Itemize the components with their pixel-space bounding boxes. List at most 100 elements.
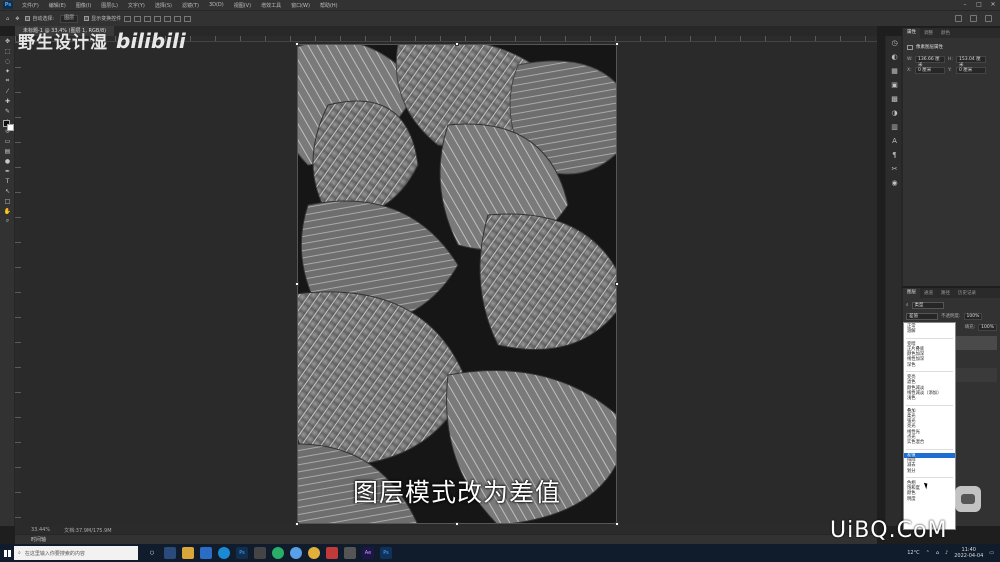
search-icon[interactable] bbox=[955, 15, 962, 22]
paragraph-icon[interactable]: ¶ bbox=[886, 148, 903, 162]
menu-view[interactable]: 视图(V) bbox=[229, 2, 256, 9]
tools-icon[interactable]: ✂ bbox=[886, 162, 903, 176]
auto-select-dropdown[interactable]: 图层 bbox=[60, 14, 79, 23]
height-field[interactable]: 153.04 厘米 bbox=[956, 56, 986, 68]
share-icon[interactable] bbox=[985, 15, 992, 22]
menu-help[interactable]: 帮助(H) bbox=[315, 2, 343, 9]
layer-kind-filter[interactable]: 类型 bbox=[911, 301, 944, 309]
transform-handle[interactable] bbox=[615, 282, 619, 286]
home-icon[interactable]: ⌂ bbox=[6, 16, 9, 22]
align-middle-icon[interactable] bbox=[164, 15, 172, 22]
tab-adjustments[interactable]: 调整 bbox=[920, 30, 937, 36]
move-tool-icon[interactable]: ✥ bbox=[15, 16, 19, 22]
music-icon[interactable] bbox=[344, 547, 356, 559]
libraries-icon[interactable]: ▥ bbox=[886, 120, 903, 134]
eyedropper-icon[interactable]: ⁄ bbox=[0, 86, 15, 96]
minimize-icon[interactable]: – bbox=[958, 0, 972, 10]
taskbar-search[interactable]: ⌕ 在这里输入你要搜索的内容 bbox=[14, 546, 138, 560]
gradient-icon[interactable]: ▣ bbox=[886, 78, 903, 92]
align-top-icon[interactable] bbox=[154, 15, 162, 22]
move-tool-icon[interactable]: ✥ bbox=[0, 36, 15, 46]
menu-3d[interactable]: 3D(D) bbox=[204, 2, 229, 8]
photoshop-taskbar-icon[interactable]: Ps bbox=[236, 547, 248, 559]
windows-start-icon[interactable] bbox=[0, 544, 14, 562]
distribute-icon[interactable] bbox=[184, 15, 192, 22]
shapes-icon[interactable]: ◉ bbox=[886, 176, 903, 190]
clock[interactable]: 11:40 2022-04-04 bbox=[954, 547, 983, 559]
pen-tool-icon[interactable]: ✒ bbox=[0, 166, 15, 176]
document-canvas[interactable]: 图层模式改为差值 bbox=[297, 44, 617, 524]
network-icon[interactable]: ⌂ bbox=[936, 550, 939, 556]
fill-field[interactable]: 100% bbox=[978, 323, 997, 331]
menu-select[interactable]: 选择(S) bbox=[150, 2, 177, 9]
width-field[interactable]: 136.66 厘米 bbox=[915, 56, 945, 68]
dodge-tool-icon[interactable]: ● bbox=[0, 156, 15, 166]
lasso-tool-icon[interactable]: ◌ bbox=[0, 56, 15, 66]
menu-filter[interactable]: 滤镜(T) bbox=[177, 2, 204, 9]
volume-icon[interactable]: ♪ bbox=[945, 550, 948, 556]
tab-paths[interactable]: 路径 bbox=[937, 290, 954, 296]
transform-handle[interactable] bbox=[455, 42, 459, 46]
magic-wand-icon[interactable]: ✦ bbox=[0, 66, 15, 76]
transform-handle[interactable] bbox=[295, 282, 299, 286]
marquee-tool-icon[interactable]: ⬚ bbox=[0, 46, 15, 56]
media-icon[interactable] bbox=[326, 547, 338, 559]
weather-label[interactable]: 12°C bbox=[907, 550, 919, 556]
y-field[interactable]: 0 厘米 bbox=[956, 67, 986, 74]
align-right-icon[interactable] bbox=[144, 15, 152, 22]
type-tool-icon[interactable]: T bbox=[0, 176, 15, 186]
menu-layer[interactable]: 图层(L) bbox=[96, 2, 123, 9]
menu-plugins[interactable]: 增效工具 bbox=[256, 2, 286, 9]
menu-type[interactable]: 文字(Y) bbox=[123, 2, 150, 9]
tab-channels[interactable]: 通道 bbox=[920, 290, 937, 296]
history-icon[interactable]: ◷ bbox=[886, 36, 903, 50]
widgets-icon[interactable] bbox=[164, 547, 176, 559]
menu-edit[interactable]: 编辑(E) bbox=[44, 2, 71, 9]
menu-window[interactable]: 窗口(W) bbox=[286, 2, 315, 9]
canvas-workspace[interactable]: 图层模式改为差值 bbox=[21, 42, 877, 526]
close-icon[interactable]: ✕ bbox=[986, 0, 1000, 10]
maximize-icon[interactable]: □ bbox=[972, 0, 986, 10]
tab-history[interactable]: 历史记录 bbox=[954, 290, 980, 296]
hand-tool-icon[interactable]: ✋ bbox=[0, 206, 15, 216]
task-view-icon[interactable]: ○ bbox=[146, 547, 158, 559]
file-explorer-icon[interactable] bbox=[182, 547, 194, 559]
edge-icon[interactable] bbox=[218, 547, 230, 559]
healing-brush-icon[interactable]: ✚ bbox=[0, 96, 15, 106]
wechat-icon[interactable] bbox=[272, 547, 284, 559]
workspace-icon[interactable] bbox=[970, 15, 977, 22]
mail-icon[interactable] bbox=[200, 547, 212, 559]
tray-arrow-icon[interactable]: ⌃ bbox=[926, 550, 930, 556]
tab-layers[interactable]: 图层 bbox=[903, 288, 920, 298]
rectangle-tool-icon[interactable]: □ bbox=[0, 196, 15, 206]
eraser-icon[interactable]: ▭ bbox=[0, 136, 15, 146]
blend-mode-select[interactable]: 差值 bbox=[906, 312, 938, 320]
character-icon[interactable]: A bbox=[886, 134, 903, 148]
transform-controls-checkbox[interactable] bbox=[84, 16, 90, 21]
transform-handle[interactable] bbox=[295, 42, 299, 46]
opacity-field[interactable]: 100% bbox=[963, 312, 983, 320]
tab-color[interactable]: 颜色 bbox=[937, 30, 954, 36]
qq-icon[interactable] bbox=[290, 547, 302, 559]
app-icon[interactable] bbox=[254, 547, 266, 559]
x-field[interactable]: 0 厘米 bbox=[915, 67, 945, 74]
align-bottom-icon[interactable] bbox=[174, 15, 182, 22]
tab-properties[interactable]: 属性 bbox=[903, 28, 920, 38]
color-icon[interactable]: ◐ bbox=[886, 50, 903, 64]
swatches-icon[interactable]: ▦ bbox=[886, 64, 903, 78]
auto-select-checkbox[interactable] bbox=[25, 16, 31, 21]
blend-luminosity[interactable]: 明度 bbox=[904, 497, 955, 502]
after-effects-icon[interactable]: Ae bbox=[362, 547, 374, 559]
patterns-icon[interactable]: ▩ bbox=[886, 92, 903, 106]
align-left-icon[interactable] bbox=[124, 15, 132, 22]
zoom-level[interactable]: 33.44% bbox=[31, 527, 50, 533]
notification-icon[interactable]: ▭ bbox=[989, 550, 994, 556]
background-color-swatch[interactable] bbox=[7, 124, 14, 131]
menu-image[interactable]: 图像(I) bbox=[71, 2, 96, 9]
zoom-tool-icon[interactable]: ⌕ bbox=[0, 216, 15, 226]
align-center-icon[interactable] bbox=[134, 15, 142, 22]
gradient-tool-icon[interactable]: ▤ bbox=[0, 146, 15, 156]
photoshop-active-icon[interactable]: Ps bbox=[380, 547, 392, 559]
menu-file[interactable]: 文件(F) bbox=[17, 2, 44, 9]
brush-tool-icon[interactable]: ✎ bbox=[0, 106, 15, 116]
